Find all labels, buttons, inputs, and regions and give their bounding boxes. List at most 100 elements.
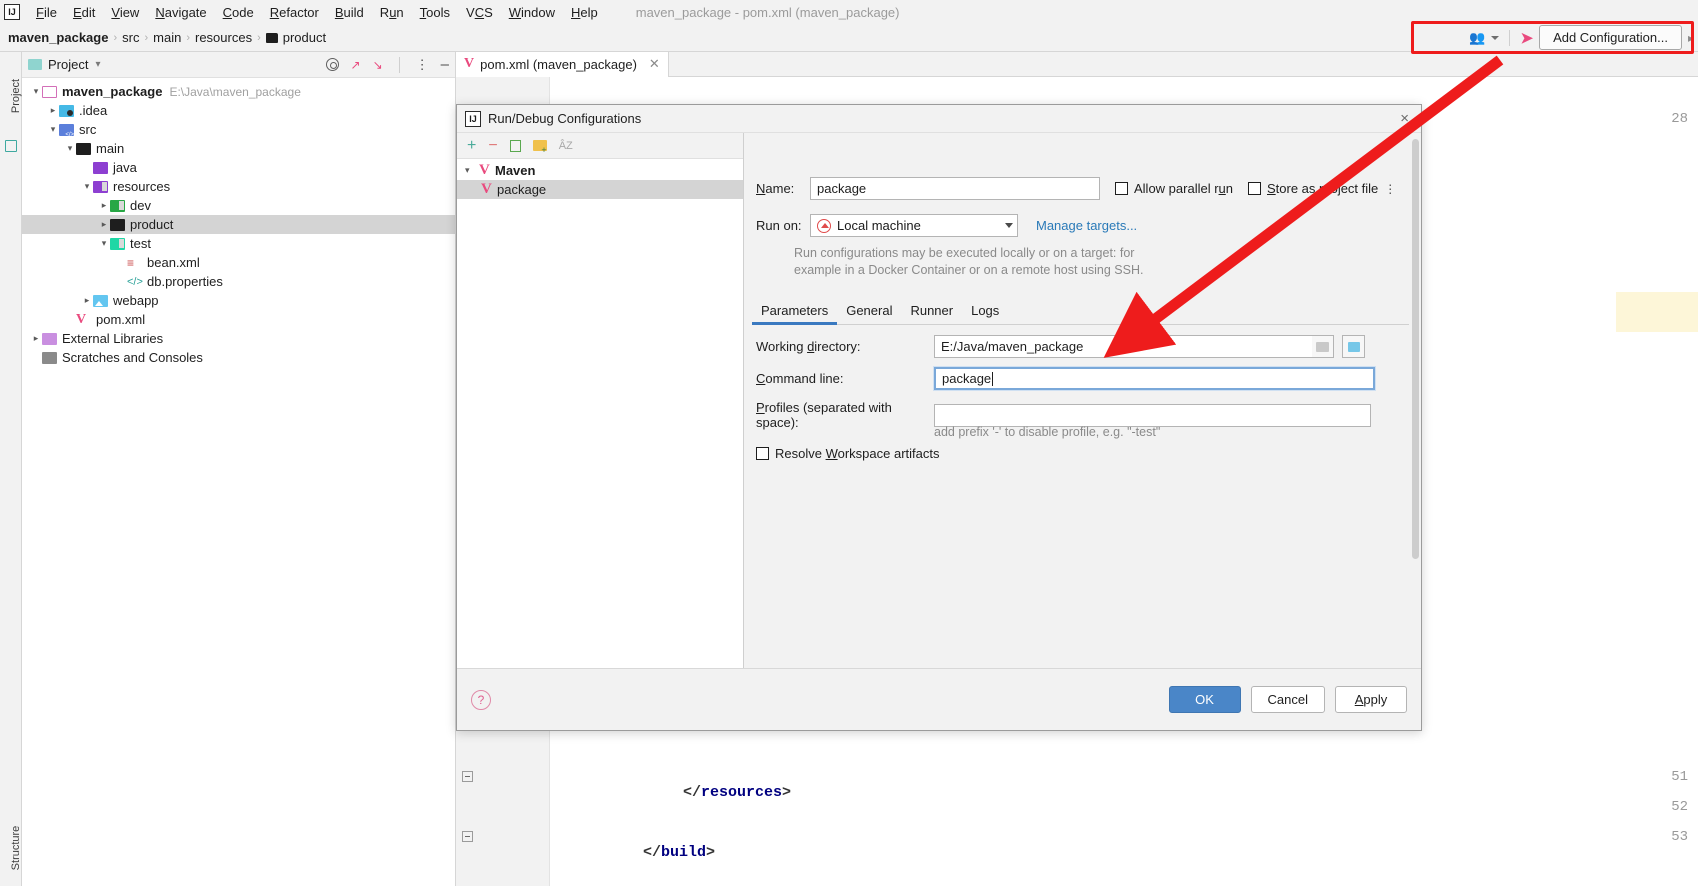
tree-item-product[interactable]: ▸ product: [22, 215, 455, 234]
tree-item-db-properties[interactable]: </> db.properties: [22, 272, 455, 291]
resolve-workspace-artifacts-row[interactable]: Resolve Workspace artifacts: [756, 446, 940, 461]
remove-configuration-icon[interactable]: −: [488, 137, 497, 154]
close-icon[interactable]: ×: [1400, 110, 1413, 127]
working-directory-row: Working directory: E:/Java/maven_package: [756, 335, 1409, 358]
tree-item-pom-xml[interactable]: Vpom.xml: [22, 310, 455, 329]
add-configuration-button[interactable]: Add Configuration...: [1539, 25, 1682, 50]
settings-scrollbar[interactable]: [1412, 139, 1419, 559]
tab-parameters[interactable]: Parameters: [752, 299, 838, 325]
tree-item--idea[interactable]: ▸ .idea: [22, 101, 455, 120]
copy-configuration-icon[interactable]: [507, 137, 521, 152]
tab-general[interactable]: General: [837, 299, 901, 324]
menu-item-build[interactable]: Build: [327, 2, 372, 23]
menu-item-window[interactable]: Window: [501, 2, 563, 23]
store-file-options-icon[interactable]: ⋮: [1384, 182, 1396, 196]
locate-file-icon[interactable]: [325, 58, 339, 71]
store-as-project-file-row[interactable]: Store as project file ⋮: [1248, 181, 1396, 196]
tab-runner[interactable]: Runner: [901, 299, 962, 324]
name-input[interactable]: package: [810, 177, 1100, 200]
menu-item-run[interactable]: Run: [372, 2, 412, 23]
tree-item-test[interactable]: ▾ test: [22, 234, 455, 253]
fold-marker-icon[interactable]: [462, 831, 473, 842]
breadcrumb-resources[interactable]: resources: [195, 30, 252, 45]
add-configuration-icon[interactable]: +: [467, 137, 476, 154]
run-anything-icon[interactable]: ➤: [1520, 29, 1533, 47]
menu-item-refactor[interactable]: Refactor: [262, 2, 327, 23]
tool-window-button-structure[interactable]: Structure: [10, 814, 22, 882]
tree-item-bean-xml[interactable]: ≡ bean.xml: [22, 253, 455, 272]
expand-all-icon[interactable]: ↗: [351, 58, 361, 72]
insert-macro-icon[interactable]: [1342, 335, 1365, 358]
left-tool-strip: Project Structure: [0, 52, 22, 886]
chevron-right-icon[interactable]: ▸: [47, 105, 59, 116]
editor-tab-pom-xml[interactable]: V pom.xml (maven_package) ✕: [456, 51, 669, 77]
chevron-down-icon[interactable]: [1005, 223, 1013, 228]
chevron-down-icon[interactable]: ▾: [47, 124, 59, 135]
breadcrumb-maven-package[interactable]: maven_package: [0, 30, 108, 45]
chevron-down-icon[interactable]: ▾: [81, 181, 93, 192]
chevron-down-icon[interactable]: ▾: [30, 86, 42, 97]
hide-panel-icon[interactable]: –: [441, 56, 449, 73]
chevron-down-icon[interactable]: ▾: [64, 143, 76, 154]
store-as-project-file-checkbox[interactable]: [1248, 182, 1261, 195]
resolve-workspace-artifacts-checkbox[interactable]: [756, 447, 769, 460]
chevron-down-icon[interactable]: ▾: [95, 59, 100, 70]
close-icon[interactable]: ✕: [649, 56, 660, 72]
tab-logs[interactable]: Logs: [962, 299, 1008, 324]
ok-button[interactable]: OK: [1168, 686, 1241, 713]
tree-item-scratches-and-consoles[interactable]: Scratches and Consoles: [22, 348, 455, 367]
tree-item-external-libraries[interactable]: ▸ External Libraries: [22, 329, 455, 348]
parameters-tab-bar[interactable]: Parameters General Runner Logs: [752, 299, 1409, 325]
menu-item-vcs[interactable]: VCS: [458, 2, 501, 23]
menu-item-tools[interactable]: Tools: [412, 2, 458, 23]
chevron-down-icon[interactable]: [1491, 35, 1500, 40]
tree-item-src[interactable]: ▾ src: [22, 120, 455, 139]
config-item-maven[interactable]: ▾ V Maven: [457, 161, 743, 180]
breadcrumb-product[interactable]: product: [265, 30, 326, 45]
more-options-icon[interactable]: ⋮: [416, 57, 429, 73]
divider: [398, 56, 400, 73]
users-icon[interactable]: 👥: [1469, 30, 1485, 46]
dev-folder-icon: [110, 199, 125, 212]
tree-item-java[interactable]: java: [22, 158, 455, 177]
configurations-tree[interactable]: ▾ V Maven Vpackage: [457, 159, 743, 699]
chevron-right-icon[interactable]: ▸: [81, 295, 93, 306]
structure-tool-icon[interactable]: [5, 140, 17, 152]
menu-item-navigate[interactable]: Navigate: [147, 2, 214, 23]
tree-item-dev[interactable]: ▸ dev: [22, 196, 455, 215]
breadcrumb-src[interactable]: src: [122, 30, 139, 45]
chevron-down-icon[interactable]: ▾: [98, 238, 110, 249]
working-directory-input[interactable]: E:/Java/maven_package: [934, 335, 1334, 358]
browse-folder-icon[interactable]: [1312, 335, 1334, 358]
tree-item-resources[interactable]: ▾ resources: [22, 177, 455, 196]
command-line-input[interactable]: package: [933, 366, 1376, 391]
tree-item-webapp[interactable]: ▸ webapp: [22, 291, 455, 310]
tree-item-maven-package[interactable]: ▾ maven_package E:\Java\maven_package: [22, 82, 455, 101]
menu-item-edit[interactable]: Edit: [65, 2, 103, 23]
apply-button[interactable]: Apply: [1335, 686, 1407, 713]
tree-item-main[interactable]: ▾ main: [22, 139, 455, 158]
config-item-package[interactable]: Vpackage: [457, 180, 743, 199]
menu-item-code[interactable]: Code: [215, 2, 262, 23]
menu-item-view[interactable]: View: [103, 2, 147, 23]
run-on-target-select[interactable]: Local machine: [810, 214, 1018, 237]
chevron-right-icon[interactable]: ▸: [98, 200, 110, 211]
tool-window-button-project[interactable]: Project: [10, 66, 22, 126]
menu-item-help[interactable]: Help: [563, 2, 606, 23]
sort-alphabetically-icon[interactable]: ÂZ: [559, 140, 573, 152]
chevron-down-icon[interactable]: ▾: [465, 165, 479, 176]
manage-targets-link[interactable]: Manage targets...: [1036, 218, 1137, 233]
collapse-all-icon[interactable]: ↘: [373, 58, 383, 72]
cancel-button[interactable]: Cancel: [1250, 686, 1325, 713]
help-icon[interactable]: ?: [471, 689, 491, 710]
play-icon[interactable]: ▸: [1688, 31, 1694, 45]
allow-parallel-run-checkbox[interactable]: [1115, 182, 1128, 195]
project-file-tree[interactable]: ▾ maven_package E:\Java\maven_package ▸ .ide…: [22, 78, 455, 367]
new-folder-icon[interactable]: [532, 140, 547, 155]
fold-marker-icon[interactable]: [462, 771, 473, 782]
chevron-right-icon[interactable]: ▸: [30, 333, 42, 344]
breadcrumb-main[interactable]: main: [153, 30, 181, 45]
allow-parallel-run-row[interactable]: Allow parallel run: [1115, 181, 1233, 196]
menu-item-file[interactable]: File: [28, 2, 65, 23]
chevron-right-icon[interactable]: ▸: [98, 219, 110, 230]
